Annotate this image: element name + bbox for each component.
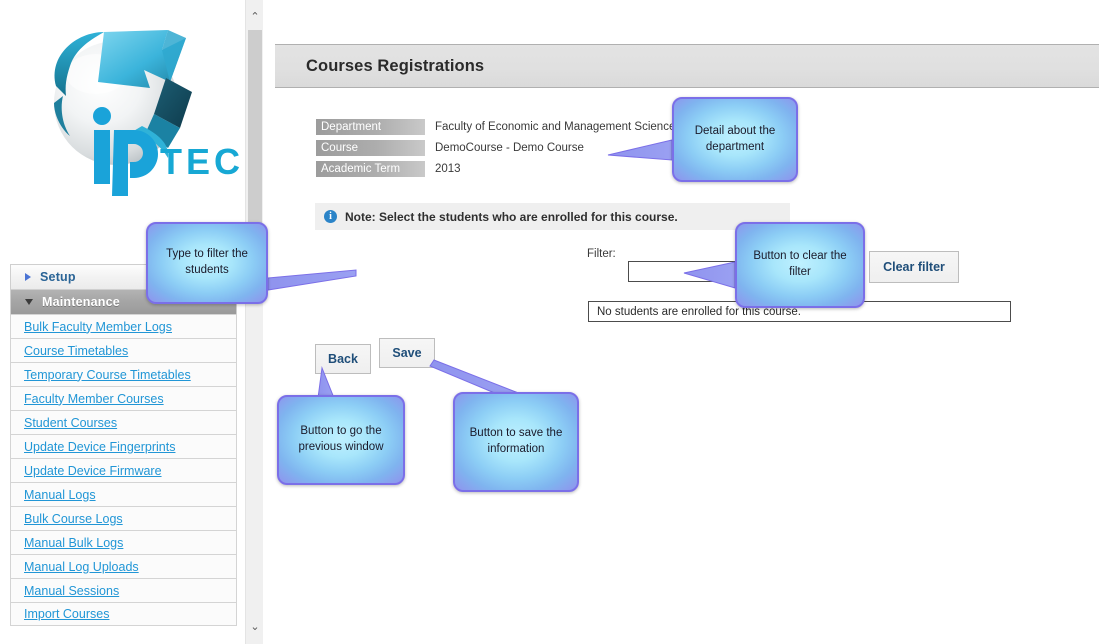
sidebar-link[interactable]: Bulk Course Logs	[24, 512, 123, 526]
sidebar-link[interactable]: Temporary Course Timetables	[24, 368, 191, 382]
info-label: Academic Term	[316, 161, 425, 177]
sidebar-link[interactable]: Import Courses	[24, 607, 109, 621]
sidebar-item-manual-bulk-logs[interactable]: Manual Bulk Logs	[10, 530, 237, 554]
course-info-table: Department Faculty of Economic and Manag…	[316, 119, 681, 182]
filter-label: Filter:	[587, 248, 616, 260]
left-panel: TECH Setup Maintenance Bulk Faculty Memb…	[0, 0, 245, 644]
logo-icon: TECH	[54, 30, 245, 196]
scroll-up-icon[interactable]: ⌃	[246, 8, 264, 26]
info-row-academic-term: Academic Term 2013	[316, 161, 681, 177]
sidebar-link[interactable]: Student Courses	[24, 416, 117, 430]
info-label: Department	[316, 119, 425, 135]
scroll-down-icon[interactable]: ⌄	[246, 618, 264, 636]
info-value: 2013	[435, 163, 461, 175]
info-value: DemoCourse - Demo Course	[435, 142, 584, 154]
left-panel-scrollbar[interactable]: ⌃ ⌄	[245, 0, 263, 644]
app-root: TECH Setup Maintenance Bulk Faculty Memb…	[0, 0, 1099, 644]
sidebar-item-student-courses[interactable]: Student Courses	[10, 410, 237, 434]
sidebar-item-temporary-course-timetables[interactable]: Temporary Course Timetables	[10, 362, 237, 386]
note-text: Note: Select the students who are enroll…	[345, 209, 678, 224]
sidebar-nav: Setup Maintenance Bulk Faculty Member Lo…	[10, 264, 237, 626]
sidebar-item-faculty-member-courses[interactable]: Faculty Member Courses	[10, 386, 237, 410]
sidebar-link[interactable]: Course Timetables	[24, 344, 128, 358]
callout-filter: Type to filter the students	[146, 222, 268, 304]
info-value: Faculty of Economic and Management Scien…	[435, 121, 682, 133]
callout-back-button: Button to go the previous window	[277, 395, 405, 485]
page-title: Courses Registrations	[306, 56, 485, 75]
sidebar-link[interactable]: Update Device Firmware	[24, 464, 162, 478]
sidebar-link[interactable]: Bulk Faculty Member Logs	[24, 320, 172, 334]
note-bar: i Note: Select the students who are enro…	[315, 203, 790, 230]
sidebar-section-setup-label: Setup	[40, 270, 76, 284]
sidebar-section-maintenance-label: Maintenance	[42, 295, 120, 309]
sidebar-item-bulk-course-logs[interactable]: Bulk Course Logs	[10, 506, 237, 530]
app-logo: TECH	[18, 8, 245, 208]
info-row-department: Department Faculty of Economic and Manag…	[316, 119, 681, 135]
sidebar-maintenance-items: Bulk Faculty Member Logs Course Timetabl…	[10, 314, 237, 626]
page-header-bar: Courses Registrations	[275, 44, 1099, 88]
chevron-right-icon	[25, 273, 31, 281]
sidebar-link[interactable]: Manual Sessions	[24, 584, 119, 598]
sidebar-item-manual-sessions[interactable]: Manual Sessions	[10, 578, 237, 602]
info-row-course: Course DemoCourse - Demo Course	[316, 140, 681, 156]
callout-department: Detail about the department	[672, 97, 798, 182]
sidebar-item-manual-log-uploads[interactable]: Manual Log Uploads	[10, 554, 237, 578]
info-label: Course	[316, 140, 425, 156]
sidebar-item-manual-logs[interactable]: Manual Logs	[10, 482, 237, 506]
sidebar-item-bulk-faculty-member-logs[interactable]: Bulk Faculty Member Logs	[10, 314, 237, 338]
sidebar-item-update-device-firmware[interactable]: Update Device Firmware	[10, 458, 237, 482]
clear-filter-button[interactable]: Clear filter	[869, 251, 959, 283]
back-button[interactable]: Back	[315, 344, 371, 374]
sidebar-item-import-courses[interactable]: Import Courses	[10, 602, 237, 626]
sidebar-item-update-device-fingerprints[interactable]: Update Device Fingerprints	[10, 434, 237, 458]
callout-clear-filter: Button to clear the filter	[735, 222, 865, 308]
sidebar-link[interactable]: Manual Log Uploads	[24, 560, 139, 574]
chevron-down-icon	[25, 299, 33, 305]
callout-save-button: Button to save the information	[453, 392, 579, 492]
svg-text:TECH: TECH	[160, 141, 245, 182]
save-button[interactable]: Save	[379, 338, 435, 368]
sidebar-link[interactable]: Faculty Member Courses	[24, 392, 164, 406]
sidebar-link[interactable]: Manual Logs	[24, 488, 96, 502]
sidebar-item-course-timetables[interactable]: Course Timetables	[10, 338, 237, 362]
sidebar-link[interactable]: Manual Bulk Logs	[24, 536, 123, 550]
panel-divider	[263, 0, 264, 644]
info-icon: i	[324, 210, 337, 223]
sidebar-link[interactable]: Update Device Fingerprints	[24, 440, 175, 454]
